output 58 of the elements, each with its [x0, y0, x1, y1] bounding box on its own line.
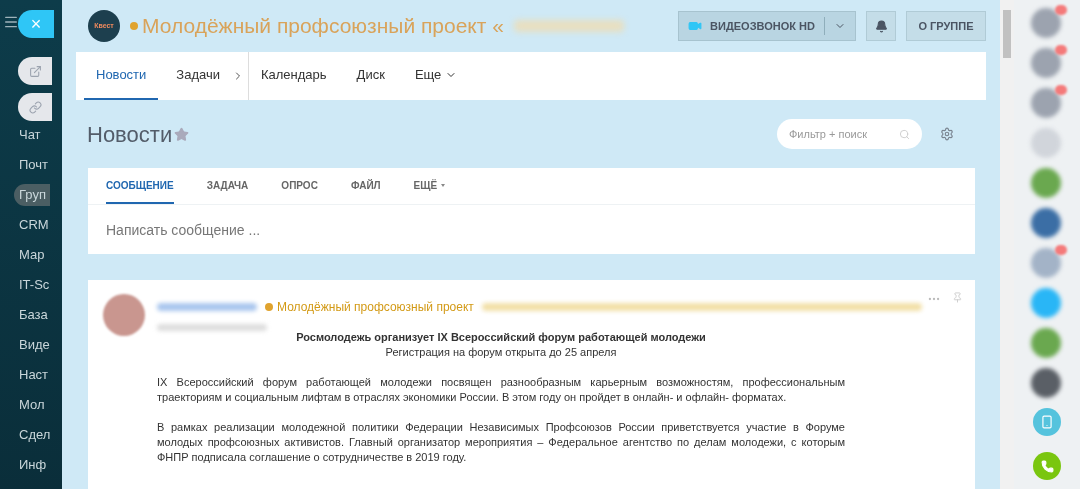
- caret-icon: [441, 183, 446, 187]
- search-icon: [899, 128, 910, 140]
- star-icon[interactable]: [174, 126, 190, 142]
- tab[interactable]: ЗАДАЧА: [206, 168, 249, 204]
- tab[interactable]: Новости: [84, 52, 159, 100]
- tab[interactable]: ЕЩЁ: [413, 168, 446, 204]
- menu-item[interactable]: Сдел: [14, 424, 55, 446]
- copy-link-button[interactable]: [18, 93, 52, 121]
- menu-item[interactable]: База: [14, 304, 52, 326]
- menu-item[interactable]: IT-Sc: [14, 274, 54, 296]
- menu-item[interactable]: Груп: [14, 184, 50, 206]
- tab[interactable]: ФАЙЛ: [350, 168, 381, 204]
- menu-item[interactable]: Чат: [14, 124, 45, 146]
- menu-item[interactable]: Мар: [14, 244, 49, 266]
- phone-icon: [1040, 459, 1054, 473]
- tab[interactable]: Диск: [344, 52, 397, 100]
- counter-badge: [1055, 45, 1067, 55]
- open-in-new-button[interactable]: [18, 57, 52, 85]
- menu-item[interactable]: Почт: [14, 154, 52, 176]
- menu-item[interactable]: Мол: [14, 394, 49, 416]
- settings-icon[interactable]: [940, 127, 954, 141]
- tab[interactable]: Задачи: [164, 52, 232, 100]
- bell-button[interactable]: [866, 11, 896, 41]
- phone-cloud-button[interactable]: [1033, 408, 1061, 436]
- menu-item[interactable]: CRM: [14, 214, 53, 236]
- message-field[interactable]: Написать сообщение ...: [88, 204, 975, 254]
- menu-icon[interactable]: [3, 14, 19, 30]
- post-paragraph: В рамках реализации молодежной политики Федерации Независимых Профсоюзов России приветствуется участие в Форуме молодых профсоюзных активистов. Главный организатор мероприятия – Федеральное агентство по делам молодежи, с которым ФНПР подписала соглашение о сотрудничестве в 2019 году.: [157, 420, 845, 465]
- post-subtitle: Регистрация на форум открыта до 25 апреля: [384, 345, 618, 360]
- tab[interactable]: Календарь: [249, 52, 339, 100]
- page-title: Новости: [87, 120, 173, 149]
- counter-badge: [1055, 245, 1067, 255]
- contact-avatar[interactable]: [1031, 208, 1061, 238]
- pin-icon[interactable]: [952, 292, 963, 303]
- post-headline: Росмолодежь организует IX Всероссийский форум работающей молодежи: [295, 330, 707, 345]
- tab[interactable]: Еще: [402, 52, 470, 100]
- contact-avatar[interactable]: [1031, 168, 1061, 198]
- search-input[interactable]: Фильтр + поиск: [789, 125, 899, 143]
- link-icon: [28, 100, 42, 114]
- tab[interactable]: ОПРОС: [281, 168, 318, 204]
- menu-item[interactable]: Виде: [14, 334, 54, 356]
- counter-badge: [1055, 5, 1067, 15]
- call-button[interactable]: [1033, 452, 1061, 480]
- group-title: Молодёжный профсоюзный проект «: [142, 13, 504, 40]
- menu-item[interactable]: Инф: [14, 454, 51, 476]
- contact-avatar[interactable]: [1031, 328, 1061, 358]
- smartphone-icon: [1040, 415, 1054, 429]
- avatar: [103, 294, 145, 336]
- video-call-button[interactable]: ВИДЕОЗВОНОК HD: [678, 11, 856, 41]
- contact-avatar[interactable]: [1031, 368, 1061, 398]
- about-group-button[interactable]: О ГРУППЕ: [906, 11, 986, 41]
- open-in-new-icon: [28, 64, 42, 78]
- search-field[interactable]: Фильтр + поиск: [777, 119, 922, 149]
- bell-icon: [874, 19, 888, 33]
- counter-badge: [1055, 85, 1067, 95]
- video-camera-icon: [688, 19, 703, 33]
- post-paragraph: IX Всероссийский форум работающей молодежи посвящен разнообразным карьерным возможностям, профессиональным траекториям и социальным лифтам в отраслях экономики России. В этом году он пройдет в онлайн- и офлайн- форматах.: [157, 375, 845, 405]
- menu-item[interactable]: Наст: [14, 364, 53, 386]
